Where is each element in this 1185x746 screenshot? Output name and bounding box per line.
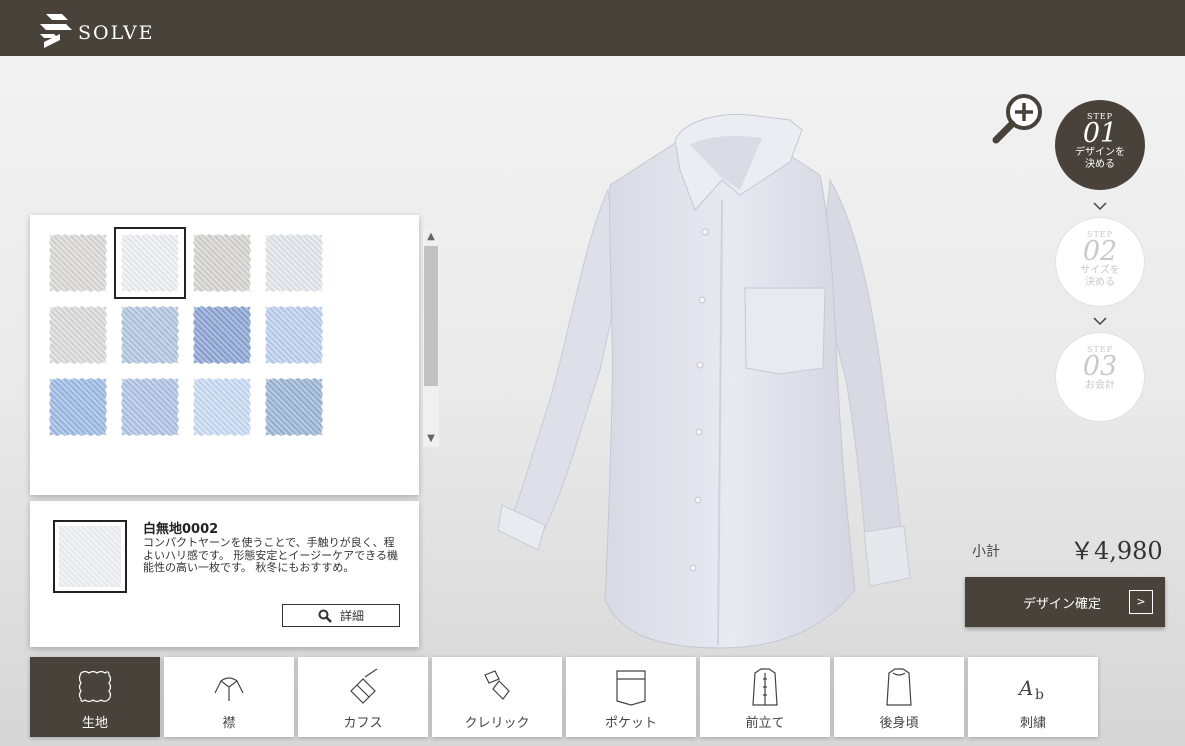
fabric-detail-panel: 白無地0002 コンパクトヤーンを使うことで、手触りが良く、程よいハリ感です。 …: [30, 501, 419, 647]
logo-mark-icon: [40, 14, 72, 48]
back-body-icon: [886, 668, 912, 706]
svg-text:b: b: [1035, 687, 1044, 703]
fabric-swatch-image: [265, 234, 323, 292]
design-confirm-button[interactable]: デザイン確定 >: [965, 577, 1165, 627]
shirt-preview-image[interactable]: [490, 100, 950, 660]
step-3-text-1: お会計: [1085, 380, 1115, 391]
step-3-checkout[interactable]: STEP 03 お会計: [1055, 332, 1145, 422]
customization-tabs: 生地 襟 カフス クレリック ポケット 前立て 後身頃 Ab 刺繍: [30, 657, 1098, 737]
collar-icon: [214, 677, 244, 701]
tab-label: 後身頃: [879, 716, 919, 731]
embroidery-icon: Ab: [1017, 676, 1044, 703]
fabric-swatch[interactable]: [262, 231, 326, 295]
tab-collar[interactable]: 襟: [164, 657, 294, 737]
fabric-swatch-image: [121, 378, 179, 436]
fabric-swatch[interactable]: [46, 231, 110, 295]
swatch-grid: [46, 227, 336, 439]
step-1-number: 01: [1082, 118, 1118, 149]
search-icon: [318, 609, 332, 623]
tab-label: 襟: [222, 716, 236, 731]
brand-name: SOLVE: [78, 22, 155, 44]
cleric-icon: [484, 670, 510, 700]
pocket-icon: [616, 670, 646, 706]
arrow-right-icon: >: [1129, 590, 1153, 614]
fabric-icon: [78, 670, 112, 703]
step-2-text-1: サイズを: [1080, 265, 1120, 276]
fabric-swatch[interactable]: [262, 375, 326, 439]
logo[interactable]: SOLVE: [38, 12, 155, 48]
fabric-swatch-image: [193, 378, 251, 436]
tab-back-body[interactable]: 後身頃: [834, 657, 964, 737]
svg-text:A: A: [1017, 676, 1033, 700]
step-2-number: 02: [1082, 236, 1118, 267]
fabric-swatch-image: [49, 306, 107, 364]
step-1-design[interactable]: STEP 01 デザインを 決める: [1055, 100, 1145, 190]
fabric-swatch[interactable]: [190, 303, 254, 367]
fabric-swatch-image: [265, 378, 323, 436]
detail-button-label: 詳細: [339, 609, 364, 623]
fabric-swatch[interactable]: [46, 375, 110, 439]
fabric-swatch-image: [121, 234, 179, 292]
tab-pocket[interactable]: ポケット: [566, 657, 696, 737]
scroll-thumb[interactable]: [424, 246, 438, 386]
chevron-down-icon: [1093, 202, 1107, 211]
step-2-size[interactable]: STEP 02 サイズを 決める: [1055, 217, 1145, 307]
step-1-text-1: デザインを: [1075, 147, 1125, 158]
fabric-swatch-image: [121, 306, 179, 364]
tab-embroidery[interactable]: Ab 刺繍: [968, 657, 1098, 737]
zoom-in-icon[interactable]: [992, 92, 1044, 144]
cuffs-icon: [350, 668, 378, 704]
step-2-text-2: 決める: [1085, 277, 1115, 288]
fabric-swatch[interactable]: [190, 375, 254, 439]
fabric-swatch-image: [49, 378, 107, 436]
tab-label: クレリック: [464, 716, 530, 731]
fabric-name: 白無地0002: [143, 522, 219, 537]
fabric-swatch[interactable]: [118, 375, 182, 439]
tab-label: ポケット: [604, 716, 657, 731]
selected-fabric-thumbnail: [53, 520, 127, 593]
chevron-down-icon: [1093, 317, 1107, 326]
scroll-up-icon[interactable]: ▲: [423, 229, 439, 245]
fabric-swatch-image: [49, 234, 107, 292]
fabric-swatch[interactable]: [114, 227, 186, 299]
subtotal-value: ￥4,980: [1070, 537, 1163, 565]
fabric-swatch-image: [265, 306, 323, 364]
fabric-swatch[interactable]: [46, 303, 110, 367]
subtotal-label: 小計: [972, 544, 1000, 560]
placket-icon: [752, 668, 778, 706]
fabric-swatch-image: [193, 306, 251, 364]
fabric-description: コンパクトヤーンを使うことで、手触りが良く、程よいハリ感です。 形態安定とイージ…: [143, 536, 398, 574]
design-confirm-label: デザイン確定: [1023, 597, 1102, 612]
fabric-swatch[interactable]: [190, 231, 254, 295]
tab-label: 生地: [81, 716, 108, 731]
tab-fabric[interactable]: 生地: [30, 657, 160, 737]
fabric-swatch[interactable]: [118, 303, 182, 367]
detail-button[interactable]: 詳細: [282, 604, 400, 627]
fabric-swatch-panel: ▲ ▼: [30, 215, 439, 495]
tab-placket[interactable]: 前立て: [700, 657, 830, 737]
fabric-swatch-image: [193, 234, 251, 292]
step-1-text-2: 決める: [1085, 159, 1115, 170]
step-3-number: 03: [1082, 351, 1118, 382]
tab-label: カフス: [343, 716, 383, 731]
scroll-down-icon[interactable]: ▼: [423, 431, 439, 447]
tab-cuffs[interactable]: カフス: [298, 657, 428, 737]
top-bar: SOLVE: [0, 0, 1185, 56]
tab-cleric[interactable]: クレリック: [432, 657, 562, 737]
fabric-swatch[interactable]: [262, 303, 326, 367]
tab-label: 前立て: [745, 716, 785, 731]
tab-label: 刺繍: [1019, 716, 1046, 731]
swatch-scrollbar[interactable]: ▲ ▼: [423, 229, 439, 447]
